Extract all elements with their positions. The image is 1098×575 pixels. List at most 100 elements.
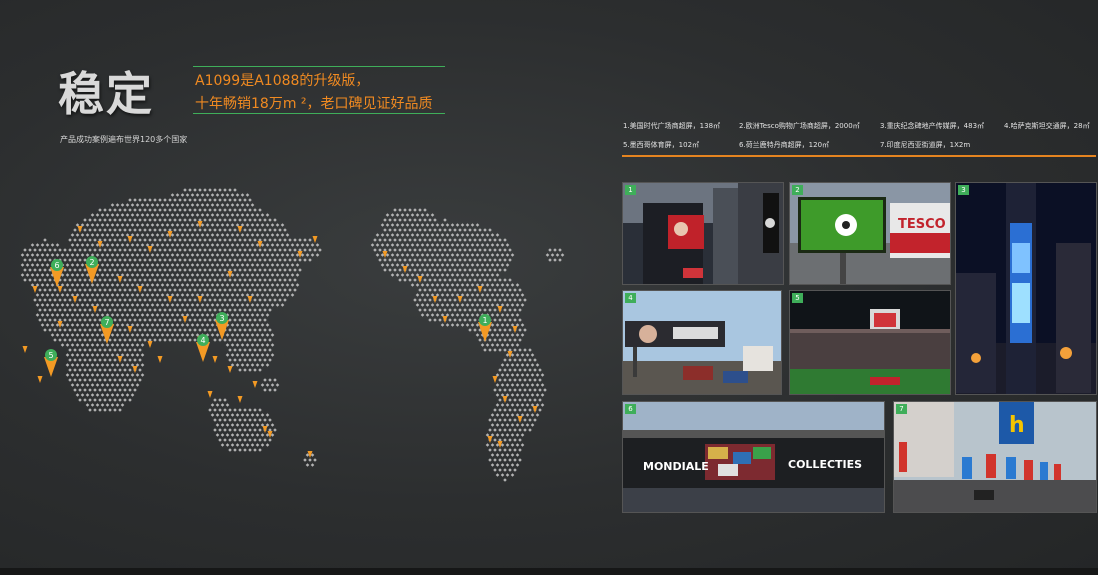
map-dot <box>193 238 197 242</box>
map-dot <box>93 218 97 222</box>
map-dot <box>480 303 485 307</box>
map-dot <box>248 368 252 372</box>
map-dot <box>528 418 532 422</box>
map-dot <box>220 213 225 217</box>
map-dot <box>525 373 530 377</box>
map-dot <box>205 293 210 297</box>
map-dot <box>495 263 500 267</box>
map-dot <box>143 258 147 262</box>
map-dot <box>220 273 225 277</box>
map-dot <box>290 293 295 297</box>
map-dot <box>128 198 132 202</box>
map-dot <box>228 418 232 422</box>
map-pin <box>237 226 243 233</box>
map-dot <box>473 248 477 252</box>
map-dot <box>450 243 455 247</box>
map-dot <box>423 278 427 282</box>
map-dot <box>63 288 67 292</box>
map-dot <box>83 298 87 302</box>
map-dot <box>395 253 400 257</box>
map-dot <box>75 233 80 237</box>
map-dot <box>208 288 212 292</box>
map-dot <box>408 248 412 252</box>
map-dot <box>510 423 515 427</box>
map-dot <box>223 418 227 422</box>
map-dot <box>145 273 150 277</box>
map-dot <box>188 298 192 302</box>
map-dot <box>75 253 80 257</box>
map-dot <box>53 328 57 332</box>
map-dot <box>235 323 240 327</box>
map-dot <box>108 258 112 262</box>
map-dot <box>208 198 212 202</box>
map-dot <box>188 198 192 202</box>
map-dot <box>538 388 542 392</box>
map-dot <box>475 313 480 317</box>
map-dot <box>240 353 245 357</box>
map-dot <box>213 218 217 222</box>
map-dot <box>223 398 227 402</box>
map-dot <box>478 268 482 272</box>
map-dot <box>135 263 140 267</box>
map-dot <box>115 253 120 257</box>
map-dot <box>110 313 115 317</box>
map-dot <box>223 298 227 302</box>
map-dot <box>250 353 255 357</box>
map-dot <box>513 338 517 342</box>
map-dot <box>245 343 250 347</box>
map-dot <box>85 283 90 287</box>
map-dot <box>80 363 85 367</box>
map-dot <box>203 278 207 282</box>
map-dot <box>458 278 462 282</box>
map-dot <box>498 418 502 422</box>
map-dot <box>165 273 170 277</box>
map-dot <box>428 278 432 282</box>
map-dot <box>208 298 212 302</box>
map-dot <box>123 388 127 392</box>
map-dot <box>128 348 132 352</box>
map-dot <box>63 328 67 332</box>
map-dot <box>128 298 132 302</box>
map-dot <box>493 238 497 242</box>
map-dot <box>105 263 110 267</box>
map-dot <box>185 283 190 287</box>
map-dot <box>105 243 110 247</box>
map-dot <box>448 308 452 312</box>
map-dot <box>235 213 240 217</box>
map-dot <box>425 253 430 257</box>
map-dot <box>160 263 165 267</box>
map-dot <box>380 223 385 227</box>
map-dot <box>515 433 520 437</box>
map-dot <box>73 308 77 312</box>
map-dot <box>258 278 262 282</box>
map-dot <box>213 248 217 252</box>
map-dot <box>233 338 237 342</box>
map-dot <box>25 273 30 277</box>
map-dot <box>208 308 212 312</box>
map-dot <box>198 208 202 212</box>
map-marker-number: 6 <box>54 261 59 270</box>
map-dot <box>205 223 210 227</box>
map-dot <box>490 233 495 237</box>
map-dot <box>290 243 295 247</box>
map-dot <box>88 338 92 342</box>
map-dot <box>258 408 262 412</box>
map-dot <box>133 228 137 232</box>
map-dot <box>135 383 140 387</box>
map-pin <box>532 406 538 413</box>
map-dot <box>495 313 500 317</box>
map-dot <box>93 368 97 372</box>
map-dot <box>73 338 77 342</box>
map-dot <box>155 333 160 337</box>
map-dot <box>505 463 510 467</box>
map-dot <box>238 428 242 432</box>
map-dot <box>193 258 197 262</box>
map-dot <box>265 363 270 367</box>
map-dot <box>213 228 217 232</box>
map-dot <box>180 303 185 307</box>
map-dot <box>445 323 450 327</box>
map-dot <box>503 298 507 302</box>
map-dot <box>158 258 162 262</box>
map-dot <box>515 353 520 357</box>
map-dot <box>190 223 195 227</box>
